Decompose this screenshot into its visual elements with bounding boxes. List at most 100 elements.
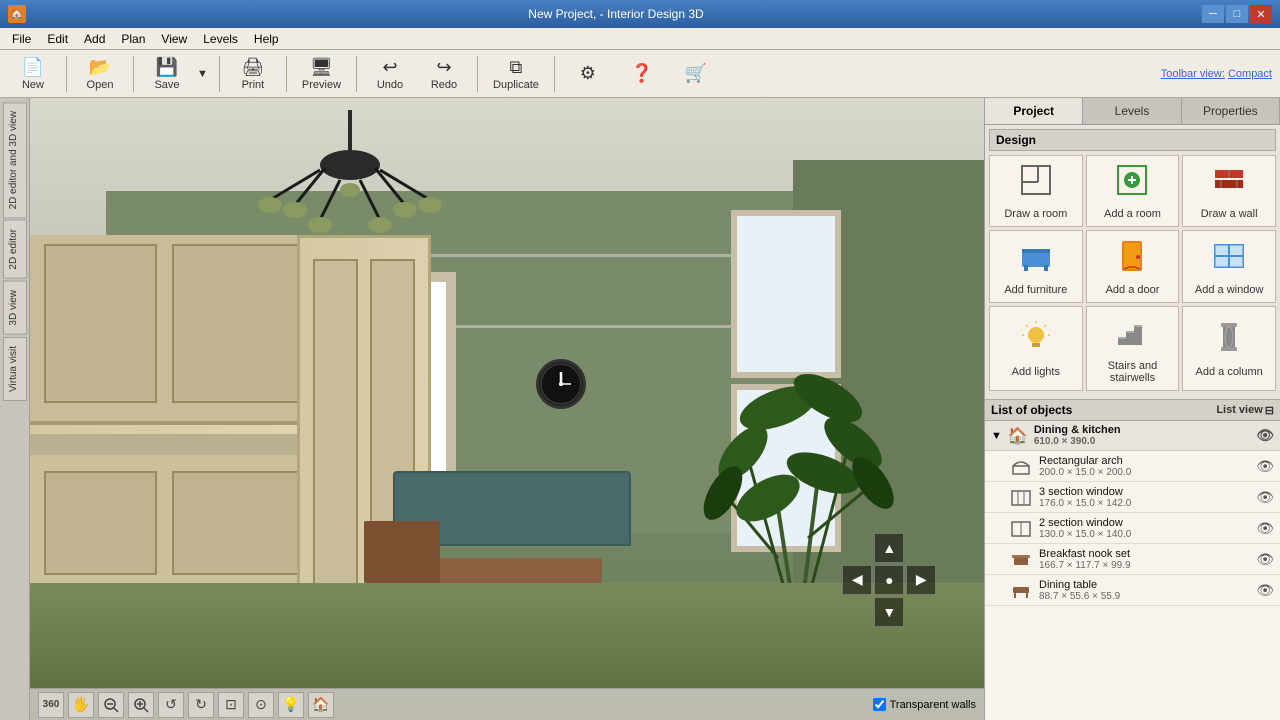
minimize-button[interactable]: ─ <box>1202 5 1224 23</box>
3d-scene: ▲ ◀ ● ▶ ▼ 360 🖐 ↺ ↻ <box>30 98 984 720</box>
settings-icon: ⚙ <box>580 63 596 84</box>
maximize-button[interactable]: □ <box>1226 5 1248 23</box>
menu-view[interactable]: View <box>153 30 195 48</box>
nav-down-button[interactable]: ▼ <box>874 597 904 627</box>
new-label: New <box>22 79 44 91</box>
undo-button[interactable]: ↩ Undo <box>365 54 415 94</box>
stairs-icon <box>1114 313 1150 356</box>
zoom-in-button[interactable] <box>128 692 154 718</box>
3-window-name: 3 section window <box>1039 486 1250 498</box>
nav-up-button[interactable]: ▲ <box>874 533 904 563</box>
tab-2d-editor[interactable]: 2D editor <box>3 220 27 279</box>
tab-levels[interactable]: Levels <box>1083 98 1181 124</box>
add-window-icon <box>1211 237 1247 280</box>
window-controls: ─ □ ✕ <box>1202 5 1272 23</box>
open-button[interactable]: 📂 Open <box>75 54 125 94</box>
nav-left-button[interactable]: ◀ <box>842 565 872 595</box>
nook-visibility-icon[interactable]: 👁 <box>1256 551 1274 568</box>
list-item-2-section-window[interactable]: 2 section window 130.0 × 15.0 × 140.0 👁 <box>985 513 1280 544</box>
canvas-area: ▲ ◀ ● ▶ ▼ 360 🖐 ↺ ↻ <box>30 98 984 720</box>
add-furniture-icon <box>1018 237 1054 280</box>
nook-name: Breakfast nook set <box>1039 548 1250 560</box>
menu-plan[interactable]: Plan <box>113 30 153 48</box>
help-icon: ❓ <box>631 63 653 84</box>
list-item-breakfast-nook[interactable]: Breakfast nook set 166.7 × 117.7 × 99.9 … <box>985 544 1280 575</box>
save-button[interactable]: 💾 Save <box>142 54 192 94</box>
fit-button[interactable]: ⊡ <box>218 692 244 718</box>
preview-icon: 🖥 <box>310 57 333 78</box>
window-title: New Project, - Interior Design 3D <box>30 7 1202 21</box>
add-window-button[interactable]: Add a window <box>1182 230 1276 303</box>
dining-table-icon <box>1009 578 1033 602</box>
center-button[interactable]: ⊙ <box>248 692 274 718</box>
close-button[interactable]: ✕ <box>1250 5 1272 23</box>
tab-2d-3d-view[interactable]: 2D editor and 3D view <box>3 102 27 218</box>
redo-icon: ↪ <box>436 57 451 78</box>
help-button[interactable]: ❓ <box>617 54 667 94</box>
arch-visibility-icon[interactable]: 👁 <box>1256 458 1274 475</box>
compact-link[interactable]: Compact <box>1228 68 1272 80</box>
redo-button[interactable]: ↪ Redo <box>419 54 469 94</box>
app-logo: 🏠 <box>8 5 26 23</box>
shop-button[interactable]: 🛒 <box>671 54 721 94</box>
add-door-icon <box>1114 237 1150 280</box>
3-window-visibility-icon[interactable]: 👁 <box>1256 489 1274 506</box>
settings-button[interactable]: ⚙ <box>563 54 613 94</box>
redo-label: Redo <box>431 79 457 91</box>
3-window-info: 3 section window 176.0 × 15.0 × 142.0 <box>1039 486 1250 509</box>
stairs-button[interactable]: Stairs and stairwells <box>1086 306 1180 391</box>
tab-virtual-visit[interactable]: Virtua visit <box>3 337 27 401</box>
360-button[interactable]: 360 <box>38 692 64 718</box>
transparent-walls-checkbox[interactable] <box>873 698 886 711</box>
2-window-visibility-icon[interactable]: 👁 <box>1256 520 1274 537</box>
list-view-button[interactable]: List view ⊟ <box>1216 404 1274 417</box>
transparent-walls-label[interactable]: Transparent walls <box>873 698 976 711</box>
obj-group-dining-kitchen[interactable]: ▼ 🏠 Dining & kitchen 610.0 × 390.0 👁 <box>985 421 1280 451</box>
list-item-rectangular-arch[interactable]: Rectangular arch 200.0 × 15.0 × 200.0 👁 <box>985 451 1280 482</box>
add-room-button[interactable]: Add a room <box>1086 155 1180 227</box>
dining-table-visibility-icon[interactable]: 👁 <box>1256 582 1274 599</box>
draw-wall-icon <box>1211 162 1247 204</box>
duplicate-button[interactable]: ⧉ Duplicate <box>486 54 546 94</box>
wall-clock <box>536 359 586 409</box>
tab-3d-view[interactable]: 3D view <box>3 281 27 335</box>
home-button[interactable]: 🏠 <box>308 692 334 718</box>
menu-help[interactable]: Help <box>246 30 287 48</box>
nav-right-button[interactable]: ▶ <box>906 565 936 595</box>
menu-levels[interactable]: Levels <box>195 30 246 48</box>
draw-wall-button[interactable]: Draw a wall <box>1182 155 1276 227</box>
draw-room-button[interactable]: Draw a room <box>989 155 1083 227</box>
add-lights-button[interactable]: Add lights <box>989 306 1083 391</box>
nav-center-button[interactable]: ● <box>874 565 904 595</box>
add-window-label: Add a window <box>1195 284 1264 296</box>
tab-properties[interactable]: Properties <box>1182 98 1280 124</box>
list-item-3-section-window[interactable]: 3 section window 176.0 × 15.0 × 142.0 👁 <box>985 482 1280 513</box>
add-column-button[interactable]: Add a column <box>1182 306 1276 391</box>
list-item-dining-table[interactable]: Dining table 88.7 × 55.6 × 55.9 👁 <box>985 575 1280 606</box>
save-dropdown-button[interactable]: ▼ <box>194 54 211 94</box>
add-room-label: Add a room <box>1104 208 1161 220</box>
menu-edit[interactable]: Edit <box>39 30 76 48</box>
rotate-cw-button[interactable]: ↻ <box>188 692 214 718</box>
tab-project[interactable]: Project <box>985 98 1083 124</box>
rotate-ccw-button[interactable]: ↺ <box>158 692 184 718</box>
light-button[interactable]: 💡 <box>278 692 304 718</box>
navigation-controls: ▲ ◀ ● ▶ ▼ <box>842 533 936 627</box>
pan-button[interactable]: 🖐 <box>68 692 94 718</box>
preview-button[interactable]: 🖥 Preview <box>295 54 348 94</box>
new-button[interactable]: 📄 New <box>8 54 58 94</box>
menu-file[interactable]: File <box>4 30 39 48</box>
print-button[interactable]: 🖨 Print <box>228 54 278 94</box>
group-icon: 🏠 <box>1008 426 1028 446</box>
open-label: Open <box>87 79 114 91</box>
object-list: ▼ 🏠 Dining & kitchen 610.0 × 390.0 👁 Rec… <box>985 421 1280 720</box>
group-visibility-icon[interactable]: 👁 <box>1256 427 1274 444</box>
menu-add[interactable]: Add <box>76 30 113 48</box>
undo-label: Undo <box>377 79 403 91</box>
add-furniture-button[interactable]: Add furniture <box>989 230 1083 303</box>
main-layout: 2D editor and 3D view 2D editor 3D view … <box>0 98 1280 720</box>
zoom-out-button[interactable] <box>98 692 124 718</box>
toolbar-view: Toolbar view: Compact <box>1161 68 1272 80</box>
add-door-button[interactable]: Add a door <box>1086 230 1180 303</box>
2-window-info: 2 section window 130.0 × 15.0 × 140.0 <box>1039 517 1250 540</box>
